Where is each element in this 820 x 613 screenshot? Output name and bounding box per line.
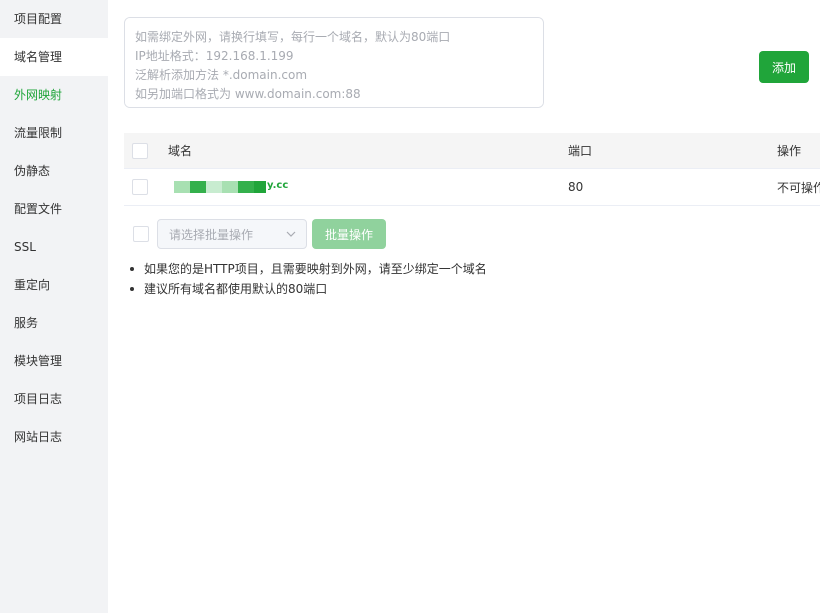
redaction-block (222, 181, 238, 193)
row-checkbox-cell (132, 169, 148, 205)
tip-item: 如果您的是HTTP项目，且需要映射到外网，请至少绑定一个域名 (128, 259, 487, 279)
sidebar-item-traffic-limit[interactable]: 流量限制 (0, 114, 108, 152)
sidebar-item-redirect[interactable]: 重定向 (0, 266, 108, 304)
sidebar: 项目配置 域名管理 外网映射 流量限制 伪静态 配置文件 SSL 重定向 服务 … (0, 0, 108, 613)
sidebar-item-service[interactable]: 服务 (0, 304, 108, 342)
domain-cell: y.cc (168, 169, 288, 205)
domain-table: 域名 端口 操作 y.cc 80 不可操作 (124, 133, 820, 206)
row-checkbox[interactable] (132, 179, 148, 195)
sidebar-item-rewrite[interactable]: 伪静态 (0, 152, 108, 190)
sidebar-item-external-mapping[interactable]: 外网映射 (0, 76, 108, 114)
port-cell: 80 (568, 180, 584, 194)
sidebar-item-site-log[interactable]: 网站日志 (0, 418, 108, 456)
redaction-block (206, 181, 222, 193)
chevron-down-icon (286, 231, 296, 237)
select-all-checkbox[interactable] (132, 142, 148, 159)
header-checkbox-cell (132, 133, 148, 168)
domain-input[interactable] (124, 17, 544, 108)
tip-item: 建议所有域名都使用默认的80端口 (128, 279, 487, 299)
batch-select-all-checkbox[interactable] (133, 226, 149, 242)
column-header-port: 端口 (568, 144, 593, 158)
column-header-action: 操作 (777, 144, 802, 158)
redaction-block (190, 181, 206, 193)
table-header: 域名 端口 操作 (124, 133, 820, 169)
batch-operation-select[interactable]: 请选择批量操作 (157, 219, 307, 249)
redacted-domain: y.cc (174, 179, 289, 193)
sidebar-item-config-file[interactable]: 配置文件 (0, 190, 108, 228)
sidebar-item-ssl[interactable]: SSL (0, 228, 108, 266)
sidebar-item-module-management[interactable]: 模块管理 (0, 342, 108, 380)
batch-select-placeholder: 请选择批量操作 (169, 227, 254, 242)
sidebar-item-project-config[interactable]: 项目配置 (0, 0, 108, 38)
sidebar-item-project-log[interactable]: 项目日志 (0, 380, 108, 418)
batch-bar: 请选择批量操作 批量操作 (124, 219, 820, 249)
redaction-block (254, 181, 266, 193)
column-header-domain: 域名 (168, 144, 193, 158)
main-panel: 添加 域名 端口 操作 (108, 0, 820, 613)
tips-list: 如果您的是HTTP项目，且需要映射到外网，请至少绑定一个域名 建议所有域名都使用… (128, 259, 487, 299)
redaction-block (238, 181, 254, 193)
action-cell: 不可操作 (777, 180, 820, 195)
domain-suffix: y.cc (267, 179, 289, 191)
redaction-block (174, 181, 190, 193)
app-window: 项目配置 域名管理 外网映射 流量限制 伪静态 配置文件 SSL 重定向 服务 … (0, 0, 820, 613)
add-button[interactable]: 添加 (759, 51, 809, 83)
sidebar-item-domain-management[interactable]: 域名管理 (0, 38, 108, 76)
table-row: y.cc 80 不可操作 (124, 169, 820, 206)
batch-operation-button[interactable]: 批量操作 (312, 219, 386, 249)
